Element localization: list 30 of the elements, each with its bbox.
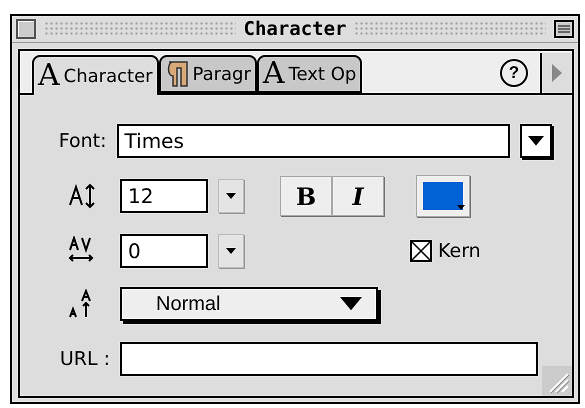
caret-icon [340, 297, 362, 311]
baseline-dropdown[interactable]: Normal [120, 287, 378, 321]
window-title: Character [244, 18, 346, 40]
caret-icon [226, 248, 236, 254]
caret-icon [457, 205, 465, 210]
bold-button[interactable]: B [280, 176, 332, 216]
field-label: Font: [58, 130, 107, 152]
resize-grip-icon[interactable] [542, 366, 572, 396]
tab[interactable]: A Character [32, 55, 159, 95]
tab[interactable]: Paragr [158, 55, 257, 93]
caret-icon [528, 136, 544, 146]
right-arrow-icon [552, 64, 562, 82]
caret-icon [226, 193, 236, 199]
kern-checkbox[interactable] [410, 240, 432, 262]
close-box[interactable] [16, 19, 36, 39]
color-picker-button[interactable] [416, 175, 470, 217]
size-field[interactable]: 12 [120, 179, 208, 213]
tab[interactable]: AText Op [256, 55, 362, 93]
scroll-right-button[interactable] [540, 53, 572, 93]
font-field[interactable]: Times [116, 124, 510, 158]
size-dropdown-button[interactable] [218, 179, 244, 213]
field-label: URL : [58, 348, 110, 370]
help-button[interactable]: ? [500, 59, 528, 87]
italic-button[interactable]: I [332, 176, 384, 216]
tracking-field[interactable]: 0 [120, 234, 208, 268]
font-dropdown-button[interactable] [520, 124, 552, 158]
tracking-dropdown-button[interactable] [218, 234, 244, 268]
menu-icon[interactable] [554, 20, 574, 38]
checkbox-label: Kern [438, 240, 481, 262]
url-field[interactable] [120, 342, 538, 376]
